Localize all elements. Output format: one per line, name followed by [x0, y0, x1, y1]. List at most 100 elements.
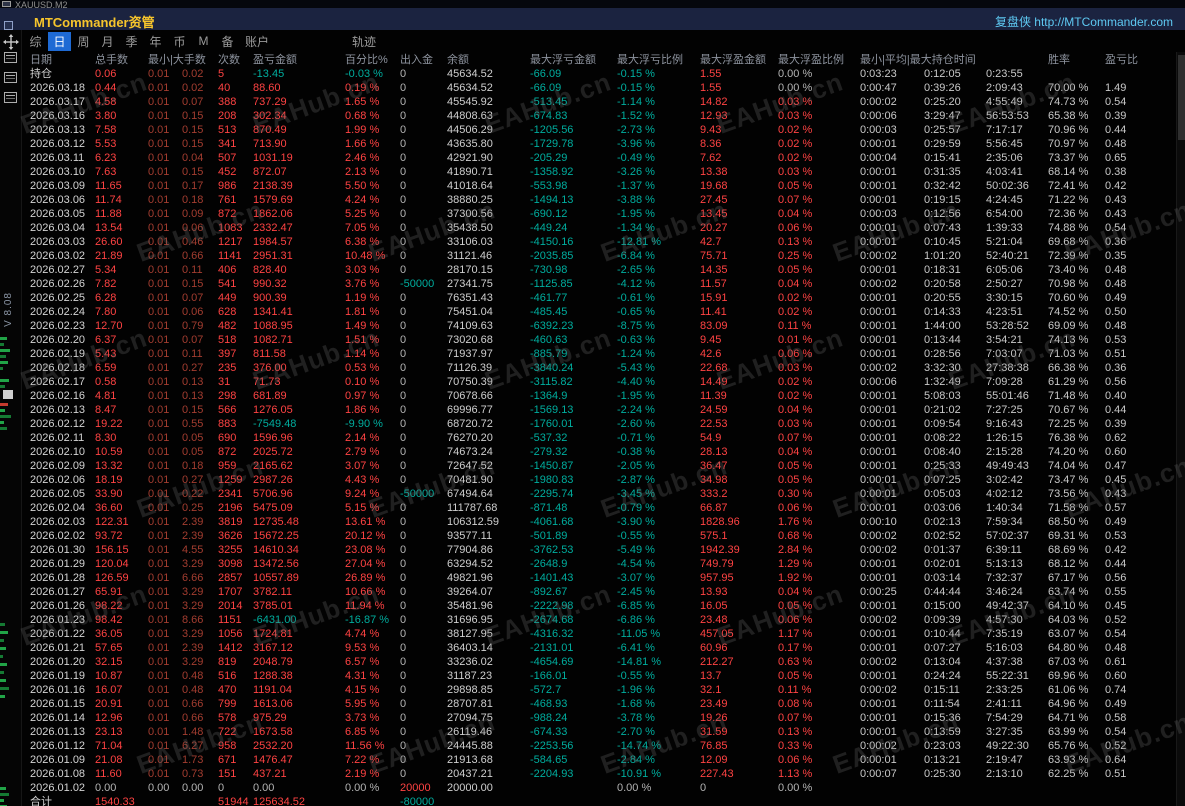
table-row[interactable]: 2026.01.30 156.15 0.01 4.55 3255 14610.34 23.0…: [30, 543, 1163, 557]
cell: -1.52 %: [617, 110, 655, 122]
column-header[interactable]: 次数: [218, 53, 253, 67]
cell: 1.99 %: [345, 124, 380, 136]
table-row[interactable]: 2026.03.04 13.54 0.01 0.06 1083 2332.47 7.05 %…: [30, 221, 1163, 235]
menu-item-年[interactable]: 年: [144, 32, 167, 51]
column-header[interactable]: 百分比%: [345, 53, 400, 67]
table-row[interactable]: 2026.03.06 11.74 0.01 0.18 761 1579.69 4.24 % 0…: [30, 193, 1163, 207]
table-row[interactable]: 2026.01.09 21.08 0.01 1.73 671 1476.47 7.22 % 0…: [30, 753, 1163, 767]
table-row[interactable]: 2026.01.21 57.65 0.01 2.39 1412 3167.12 9.53 %…: [30, 641, 1163, 655]
move-icon[interactable]: [3, 34, 19, 50]
table-row[interactable]: 持仓 0.06 0.01 0.02 5 -13.45 -0.03 % 0 45634.52 -66…: [30, 67, 1163, 81]
column-header[interactable]: 最大浮盈比例: [778, 53, 860, 67]
layout-icon[interactable]: [4, 72, 17, 83]
scrollbar-thumb[interactable]: [1178, 55, 1185, 140]
column-header[interactable]: 最小|大手数: [148, 53, 218, 67]
table-row[interactable]: 2026.02.12 19.22 0.01 0.55 883 -7549.48 -9.90 …: [30, 417, 1163, 431]
table-row[interactable]: 2026.02.10 10.59 0.01 0.05 872 2025.72 2.79 % 0…: [30, 445, 1163, 459]
window-restore-icon[interactable]: [2, 1, 11, 7]
table-row[interactable]: 2026.02.04 36.60 0.01 0.25 2196 5475.09 5.15 %…: [30, 501, 1163, 515]
table-row[interactable]: 2026.01.15 20.91 0.01 0.66 799 1613.06 5.95 % 0…: [30, 697, 1163, 711]
table-row[interactable]: 2026.02.19 5.43 0.01 0.11 397 811.58 1.14 % 0 71…: [30, 347, 1163, 361]
menu-item-备[interactable]: 备: [216, 32, 239, 51]
table-row[interactable]: 2026.02.05 33.90 0.01 0.22 2341 5706.96 9.24 %…: [30, 487, 1163, 501]
column-header[interactable]: 日期: [30, 53, 95, 67]
table-row[interactable]: 2026.02.24 7.80 0.01 0.06 628 1341.41 1.81 % 0 7…: [30, 305, 1163, 319]
menu-item-轨迹[interactable]: 轨迹: [347, 32, 381, 51]
table-row[interactable]: 2026.01.20 32.15 0.01 3.29 819 2048.79 6.57 % 0…: [30, 655, 1163, 669]
menu-item-周[interactable]: 周: [72, 32, 95, 51]
cell: 0.65: [1105, 152, 1127, 164]
table-row[interactable]: 2026.02.16 4.81 0.01 0.13 298 681.89 0.97 % 0 70…: [30, 389, 1163, 403]
table-row[interactable]: 2026.02.13 8.47 0.01 0.15 566 1276.05 1.86 % 0 6…: [30, 403, 1163, 417]
table-row[interactable]: 2026.02.27 5.34 0.01 0.11 406 828.40 3.03 % 0 28…: [30, 263, 1163, 277]
table-row[interactable]: 2026.03.02 21.89 0.01 0.66 1141 2951.31 10.48 …: [30, 249, 1163, 263]
table-row[interactable]: 2026.03.11 6.23 0.01 0.04 507 1031.19 2.46 % 0 4…: [30, 151, 1163, 165]
table-row[interactable]: 2026.03.17 4.58 0.01 0.07 388 737.29 1.65 % 0 45…: [30, 95, 1163, 109]
column-header[interactable]: 最大浮亏比例: [617, 53, 700, 67]
cell: 68.50 %: [1048, 516, 1089, 528]
cell: 713.90: [253, 138, 287, 150]
column-header[interactable]: 胜率: [1048, 53, 1105, 67]
table-row[interactable]: 2026.03.18 0.44 0.01 0.02 40 88.60 0.19 % 0 4563…: [30, 81, 1163, 95]
column-header[interactable]: 总手数: [95, 53, 148, 67]
column-header[interactable]: 最大浮亏金额: [530, 53, 617, 67]
table-row[interactable]: 2026.01.29 120.04 0.01 3.29 3098 13472.56 27.0…: [30, 557, 1163, 571]
vertical-scrollbar[interactable]: [1176, 52, 1185, 806]
brand-link[interactable]: 复盘侠 http://MTCommander.com: [995, 13, 1173, 30]
table-row[interactable]: 2026.02.02 93.72 0.01 2.39 3626 15672.25 20.12…: [30, 529, 1163, 543]
table-row[interactable]: 2026.02.25 6.28 0.01 0.07 449 900.39 1.19 % 0 76…: [30, 291, 1163, 305]
menu-item-月[interactable]: 月: [96, 32, 119, 51]
table-row[interactable]: 2026.02.23 12.70 0.01 0.79 482 1088.95 1.49 % 0…: [30, 319, 1163, 333]
column-header[interactable]: 余额: [447, 53, 530, 67]
table-row[interactable]: 2026.02.17 0.58 0.01 0.13 31 71.73 0.10 % 0 7075…: [30, 375, 1163, 389]
table-row[interactable]: 2026.02.09 13.32 0.01 0.18 959 2165.62 3.07 % 0…: [30, 459, 1163, 473]
table-row[interactable]: 合计 1540.33 51944 125634.52 -80000: [30, 795, 1163, 806]
table-row[interactable]: 2026.01.12 71.04 0.01 6.27 958 2532.20 11.56 %…: [30, 739, 1163, 753]
cell: 74.13 %: [1048, 334, 1089, 346]
table-row[interactable]: 2026.02.06 18.19 0.01 0.27 1259 2987.26 4.43 %…: [30, 473, 1163, 487]
table-row[interactable]: 2026.01.22 36.05 0.01 3.29 1056 1724.81 4.74 %…: [30, 627, 1163, 641]
table-row[interactable]: 2026.03.10 7.63 0.01 0.15 452 872.07 2.13 % 0 41…: [30, 165, 1163, 179]
column-header[interactable]: 最小|平均|最大持仓时间: [860, 53, 1048, 67]
menu-item-季[interactable]: 季: [120, 32, 143, 51]
table-row[interactable]: 2026.02.18 6.59 0.01 0.27 235 376.00 0.53 % 0 71…: [30, 361, 1163, 375]
cell: 0.66: [182, 698, 204, 710]
table-row[interactable]: 2026.01.02 0.00 0.00 0.00 0 0.00 0.00 % 20000 20…: [30, 781, 1163, 795]
table-row[interactable]: 2026.01.23 98.42 0.01 8.66 1151 -6431.00 -16.8…: [30, 613, 1163, 627]
menu-item-综[interactable]: 综: [24, 32, 47, 51]
menu-item-M[interactable]: M: [192, 33, 215, 49]
cell: 0:00:01: [860, 698, 897, 710]
table-row[interactable]: 2026.03.13 7.58 0.01 0.15 513 870.49 1.99 % 0 44…: [30, 123, 1163, 137]
cell: 0.36: [1105, 362, 1127, 374]
table-row[interactable]: 2026.03.09 11.65 0.01 0.17 986 2138.39 5.50 % 0…: [30, 179, 1163, 193]
table-row[interactable]: 2026.01.14 12.96 0.01 0.66 578 975.29 3.73 % 0 2…: [30, 711, 1163, 725]
column-header[interactable]: 最大浮盈金额: [700, 53, 778, 67]
table-row[interactable]: 2026.02.11 8.30 0.01 0.05 690 1596.96 2.14 % 0 7…: [30, 431, 1163, 445]
panel-icon[interactable]: [4, 52, 17, 63]
table-row[interactable]: 2026.01.28 126.59 0.01 6.66 2857 10557.89 26.8…: [30, 571, 1163, 585]
cell: 0:03:06: [924, 502, 961, 514]
table-row[interactable]: 2026.03.12 5.53 0.01 0.15 341 713.90 1.66 % 0 43…: [30, 137, 1163, 151]
table-row[interactable]: 2026.02.20 6.37 0.01 0.07 518 1082.71 1.51 % 0 7…: [30, 333, 1163, 347]
table-row[interactable]: 2026.01.26 98.22 0.01 3.29 2014 3785.01 11.94 …: [30, 599, 1163, 613]
column-header[interactable]: 盈亏比: [1105, 53, 1163, 67]
table-row[interactable]: 2026.01.27 65.91 0.01 3.29 1707 3782.11 10.66 …: [30, 585, 1163, 599]
list-icon[interactable]: [4, 92, 17, 103]
table-row[interactable]: 2026.02.03 122.31 0.01 2.39 3819 12735.48 13.6…: [30, 515, 1163, 529]
cell: 70.98 %: [1048, 278, 1089, 290]
table-row[interactable]: 2026.03.16 3.80 0.01 0.15 208 302.34 0.68 % 0 44…: [30, 109, 1163, 123]
table-row[interactable]: 2026.01.13 23.13 0.01 1.48 722 1673.58 6.85 % 0…: [30, 725, 1163, 739]
column-header[interactable]: 出入金: [400, 53, 447, 67]
table-row[interactable]: 2026.03.03 26.60 0.01 0.46 1217 1984.57 6.38 %…: [30, 235, 1163, 249]
table-row[interactable]: 2026.03.05 11.88 0.01 0.09 872 1862.06 5.25 % 0…: [30, 207, 1163, 221]
menu-item-日[interactable]: 日: [48, 31, 71, 51]
column-header[interactable]: 盈亏金额: [253, 53, 345, 67]
menu-item-账户[interactable]: 账户: [240, 32, 274, 51]
menu-item-币[interactable]: 币: [168, 32, 191, 51]
table-row[interactable]: 2026.01.19 10.87 0.01 0.48 516 1288.38 4.31 % 0…: [30, 669, 1163, 683]
table-row[interactable]: 2026.01.08 11.60 0.01 0.73 151 437.21 2.19 % 0 2…: [30, 767, 1163, 781]
table-row[interactable]: 2026.02.26 7.82 0.01 0.15 541 990.32 3.76 % -50…: [30, 277, 1163, 291]
table-row[interactable]: 2026.01.16 16.07 0.01 0.48 470 1191.04 4.15 % 0…: [30, 683, 1163, 697]
cell: 9.53 %: [345, 642, 380, 654]
cell: 2196: [218, 502, 243, 514]
